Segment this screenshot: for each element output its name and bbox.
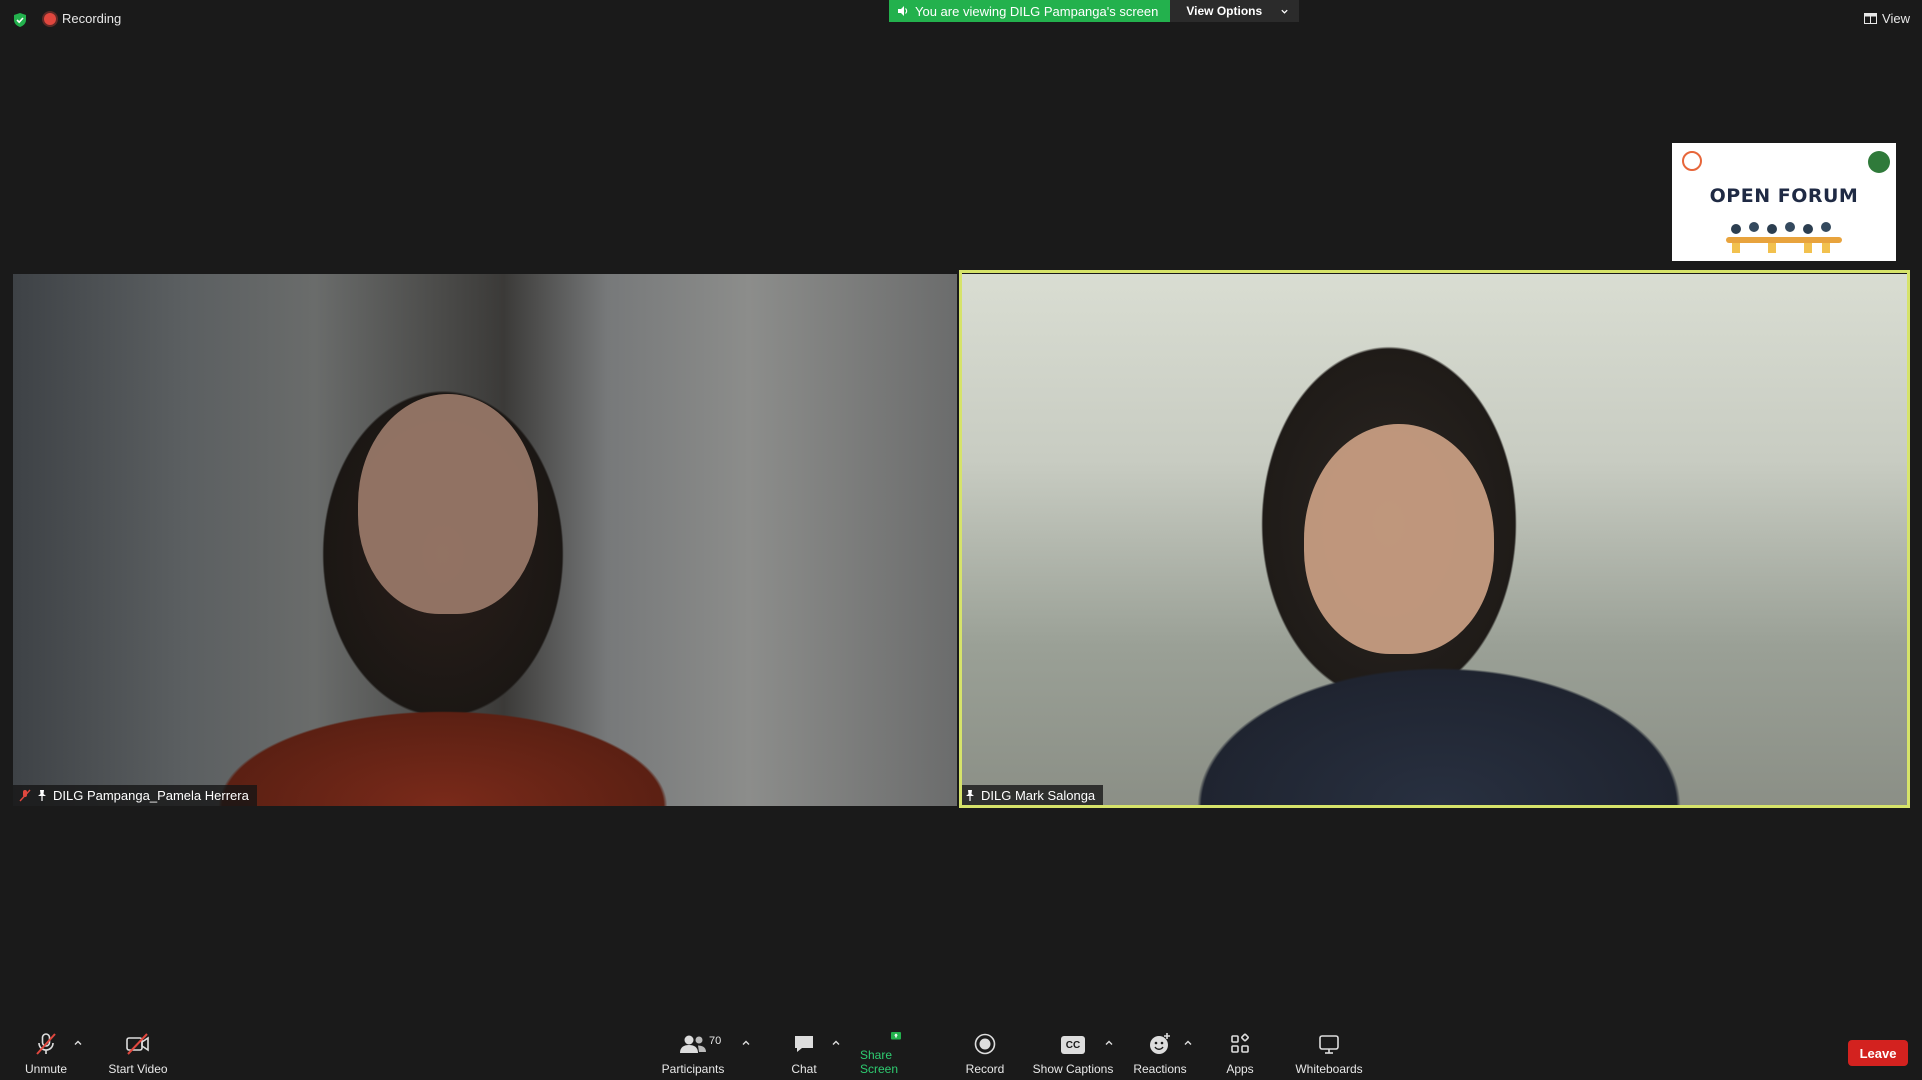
leave-button[interactable]: Leave (1848, 1040, 1908, 1066)
viewing-banner: You are viewing DILG Pampanga's screen (889, 0, 1171, 22)
smiley-reaction-icon (1150, 1033, 1170, 1054)
view-options-button[interactable]: View Options (1170, 0, 1300, 22)
pin-icon (966, 790, 974, 801)
video-tile-pamela-herrera[interactable]: DILG Pampanga_Pamela Herrera (13, 274, 957, 806)
video-tile-mark-salonga[interactable]: DILG Mark Salonga (959, 274, 1910, 806)
record-dot-icon (44, 12, 56, 25)
apps-label: Apps (1226, 1062, 1254, 1076)
record-icon (974, 1033, 996, 1055)
screen-share-banner: You are viewing DILG Pampanga's screen V… (889, 0, 1300, 22)
reactions-label: Reactions (1133, 1062, 1187, 1076)
whiteboards-label: Whiteboards (1295, 1062, 1363, 1076)
reactions-options-caret-icon[interactable] (1183, 1038, 1193, 1048)
closed-captions-icon: CC (1061, 1036, 1085, 1054)
whiteboard-icon (1319, 1035, 1339, 1054)
unmute-label: Unmute (24, 1062, 68, 1076)
start-video-button[interactable]: Start Video (104, 1030, 172, 1076)
show-captions-label: Show Captions (1032, 1062, 1114, 1076)
chat-bubble-icon (795, 1036, 813, 1052)
dilg-logo-icon (1682, 151, 1702, 171)
participants-label: Participants (661, 1062, 725, 1076)
participants-count: 70 (709, 1035, 722, 1047)
share-screen-icon (891, 1032, 901, 1040)
security-shield-icon[interactable] (12, 12, 28, 28)
view-options-label: View Options (1186, 4, 1263, 18)
grid-view-icon (1864, 13, 1878, 24)
participant-name-tag: DILG Pampanga_Pamela Herrera (13, 785, 257, 806)
audio-options-caret-icon[interactable] (73, 1038, 83, 1048)
video-off-icon (126, 1033, 149, 1055)
show-captions-button[interactable]: CC Show Captions (1031, 1030, 1115, 1076)
thumbnail-title: OPEN FORUM (1709, 185, 1859, 207)
shared-screen-thumbnail[interactable]: OPEN FORUM (1672, 143, 1896, 261)
muted-mic-icon (19, 789, 31, 802)
captions-options-caret-icon[interactable] (1104, 1038, 1114, 1048)
participant-name: DILG Pampanga_Pamela Herrera (53, 788, 249, 803)
share-screen-button[interactable]: Share Screen (860, 1030, 932, 1076)
participant-video-feed (1304, 424, 1494, 654)
seal-logo-icon (1868, 151, 1890, 173)
meeting-illustration-icon (1726, 222, 1842, 253)
reactions-button[interactable]: Reactions (1130, 1030, 1190, 1076)
recording-label: Recording (62, 11, 122, 26)
view-label: View (1882, 11, 1910, 26)
view-button[interactable]: View (1864, 11, 1910, 26)
apps-icon (1231, 1033, 1249, 1053)
whiteboards-button[interactable]: Whiteboards (1292, 1030, 1366, 1076)
chat-label: Chat (791, 1062, 817, 1076)
start-video-label: Start Video (108, 1062, 168, 1076)
chat-button[interactable]: Chat (784, 1030, 824, 1076)
viewing-banner-text: You are viewing DILG Pampanga's screen (915, 3, 1159, 19)
apps-button[interactable]: Apps (1222, 1030, 1258, 1076)
recording-indicator[interactable]: Recording (44, 11, 121, 26)
muted-mic-icon (36, 1033, 56, 1055)
participant-name: DILG Mark Salonga (981, 788, 1096, 803)
participant-video-feed (358, 394, 538, 614)
participant-video-body (1159, 646, 1719, 806)
pin-icon (38, 790, 46, 801)
participants-options-caret-icon[interactable] (741, 1038, 751, 1048)
participant-name-tag: DILG Mark Salonga (959, 785, 1104, 806)
participant-video-body (183, 696, 703, 806)
unmute-button[interactable]: Unmute (18, 1030, 74, 1076)
speaker-icon (898, 6, 908, 16)
record-label: Record (965, 1062, 1005, 1076)
chat-options-caret-icon[interactable] (831, 1038, 841, 1048)
participants-icon (680, 1035, 706, 1053)
chevron-down-icon (1281, 9, 1288, 14)
share-screen-label: Share Screen (860, 1048, 899, 1076)
record-button[interactable]: Record (962, 1030, 1008, 1076)
